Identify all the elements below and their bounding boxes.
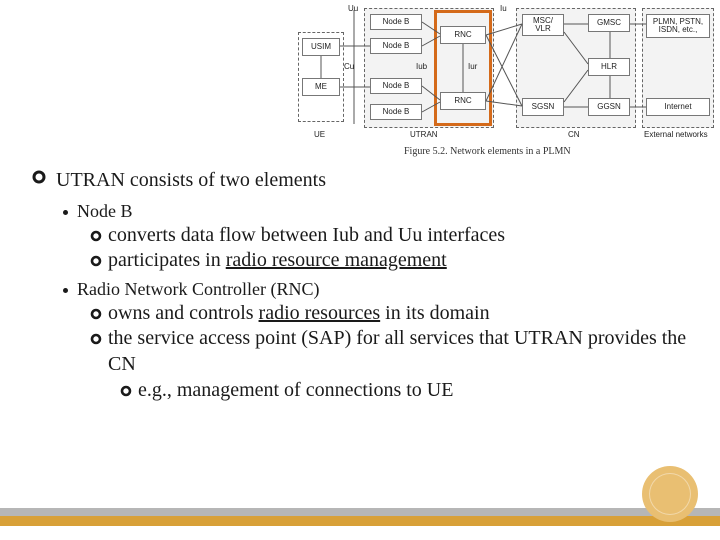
text-eg: e.g., management of connections to UE	[138, 378, 692, 404]
figure-caption: Figure 5.2. Network elements in a PLMN	[404, 146, 571, 157]
underline-rrm: radio resource management	[226, 249, 447, 271]
open-donut-icon	[32, 170, 46, 184]
bullet-lvl3-nodeb-participates: participates in radio resource managemen…	[90, 248, 692, 274]
text-nodeb-participates: participates in radio resource managemen…	[108, 248, 692, 274]
open-donut-icon	[90, 255, 102, 267]
bullet-lvl2-nodeb: Node B	[62, 200, 692, 223]
bullet-lvl4-eg: e.g., management of connections to UE	[120, 378, 692, 404]
bullet-lvl2-rnc: Radio Network Controller (RNC)	[62, 278, 692, 301]
open-donut-icon	[90, 308, 102, 320]
solid-dot-icon	[62, 209, 69, 216]
open-donut-icon	[90, 333, 102, 345]
underline-radio-resources: radio resources	[259, 302, 381, 324]
plmn-diagram: USIM ME Node B Node B Node B Node B RNC …	[298, 4, 718, 154]
footer-circle-inner-icon	[649, 473, 691, 515]
bullet-lvl3-rnc-sap: the service access point (SAP) for all s…	[90, 326, 692, 377]
bullet-lvl3-rnc-owns: owns and controls radio resources in its…	[90, 301, 692, 327]
text-rnc-sap: the service access point (SAP) for all s…	[108, 326, 692, 377]
diagram-figure: USIM ME Node B Node B Node B Node B RNC …	[298, 4, 718, 154]
text-owns-b: in its domain	[380, 302, 489, 324]
bullet-content: UTRAN consists of two elements Node B co…	[32, 168, 692, 403]
slide: USIM ME Node B Node B Node B Node B RNC …	[0, 0, 720, 540]
text-rnc-owns: owns and controls radio resources in its…	[108, 301, 692, 327]
bullet-lvl1-utran: UTRAN consists of two elements	[32, 168, 692, 194]
footer-bar	[0, 516, 720, 526]
solid-dot-icon	[62, 287, 69, 294]
label-ext: External networks	[644, 130, 708, 139]
iface-iur: Iur	[468, 62, 477, 71]
text-nodeb-converts: converts data flow between Iub and Uu in…	[108, 223, 692, 249]
iface-iub: Iub	[416, 62, 427, 71]
text-rnc-title: Radio Network Controller (RNC)	[77, 278, 692, 301]
open-donut-icon	[90, 230, 102, 242]
footer-shadow	[0, 508, 720, 516]
iface-iu: Iu	[500, 4, 507, 13]
label-ue: UE	[314, 130, 325, 139]
text-part-a: participates in	[108, 249, 226, 271]
text-owns-a: owns and controls	[108, 302, 259, 324]
bullet-lvl3-nodeb-converts: converts data flow between Iub and Uu in…	[90, 223, 692, 249]
iface-uu: Uu	[348, 4, 358, 13]
label-cn: CN	[568, 130, 580, 139]
iface-cu: Cu	[344, 62, 354, 71]
open-donut-icon	[120, 385, 132, 397]
label-utran: UTRAN	[410, 130, 438, 139]
text-utran-consists: UTRAN consists of two elements	[56, 168, 692, 194]
text-nodeb-title: Node B	[77, 200, 692, 223]
